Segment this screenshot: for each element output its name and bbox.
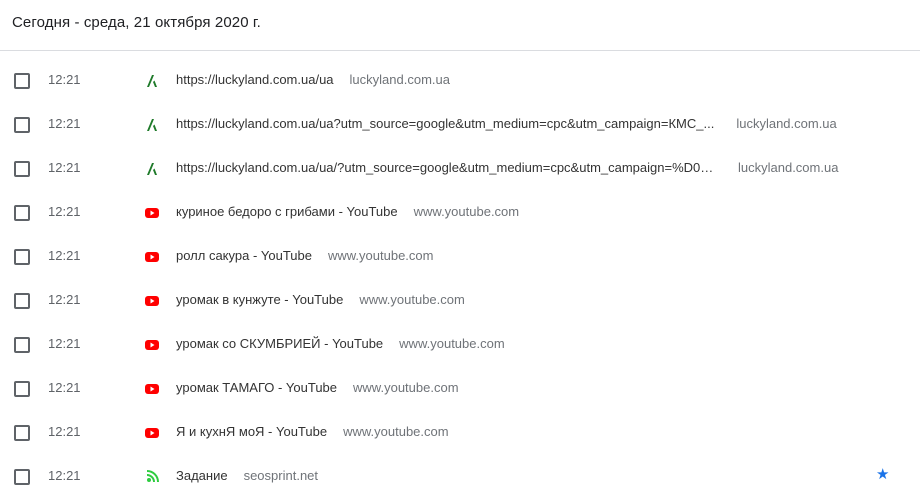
history-entry[interactable]: 12:21 уромак в кунжуте - YouTube www.you… (0, 279, 920, 323)
entry-domain: luckyland.com.ua (736, 116, 837, 131)
entry-link[interactable]: https://luckyland.com.ua/ua luckyland.co… (176, 72, 860, 87)
entry-domain: www.youtube.com (343, 424, 449, 439)
history-day-header: Сегодня - среда, 21 октября 2020 г. (0, 0, 920, 51)
entry-domain: www.youtube.com (359, 292, 465, 307)
history-entry[interactable]: 12:21 куриное бедоро с грибами - YouTube… (0, 191, 920, 235)
entry-link[interactable]: https://luckyland.com.ua/ua/?utm_source=… (176, 160, 860, 175)
select-checkbox[interactable] (14, 381, 30, 397)
entry-link[interactable]: Задание seosprint.net (176, 468, 860, 483)
select-checkbox[interactable] (14, 117, 30, 133)
entry-title[interactable]: Я и кухнЯ моЯ - YouTube (176, 424, 327, 439)
entry-title[interactable]: Задание (176, 468, 228, 483)
entry-title[interactable]: уромак в кунжуте - YouTube (176, 292, 343, 307)
select-checkbox[interactable] (14, 469, 30, 485)
entry-time: 12:21 (48, 292, 81, 307)
luckyland-icon (147, 119, 157, 131)
entry-title[interactable]: https://luckyland.com.ua/ua (176, 72, 334, 87)
entry-domain: seosprint.net (243, 468, 319, 483)
history-entry[interactable]: 12:21 уромак со СКУМБРИЕЙ - YouTube www.… (0, 323, 920, 367)
entry-time: 12:21 (48, 424, 81, 439)
select-checkbox[interactable] (14, 161, 30, 177)
luckyland-icon (147, 163, 157, 175)
history-entry[interactable]: 12:21 https://luckyland.com.ua/ua luckyl… (0, 59, 920, 103)
entry-link[interactable]: Я и кухнЯ моЯ - YouTube www.youtube.com (176, 424, 860, 439)
entry-domain: www.youtube.com (353, 380, 459, 395)
entry-title[interactable]: уромак со СКУМБРИЕЙ - YouTube (176, 336, 383, 351)
entry-time: 12:21 (48, 336, 81, 351)
select-checkbox[interactable] (14, 249, 30, 265)
entry-title[interactable]: уромак ТАМАГО - YouTube (176, 380, 337, 395)
entry-link[interactable]: уромак со СКУМБРИЕЙ - YouTube www.youtub… (176, 336, 860, 351)
youtube-icon (145, 296, 159, 306)
select-checkbox[interactable] (14, 293, 30, 309)
youtube-icon (145, 428, 159, 438)
select-checkbox[interactable] (14, 205, 30, 221)
entry-title[interactable]: куриное бедоро с грибами - YouTube (176, 204, 398, 219)
day-title: Сегодня - среда, 21 октября 2020 г. (12, 14, 261, 31)
bookmark-star-icon[interactable]: ★ (876, 467, 889, 482)
entry-link[interactable]: куриное бедоро с грибами - YouTube www.y… (176, 204, 860, 219)
entry-time: 12:21 (48, 116, 81, 131)
youtube-icon (145, 208, 159, 218)
entry-time: 12:21 (48, 380, 81, 395)
history-entry[interactable]: 12:21 уромак ТАМАГО - YouTube www.youtub… (0, 367, 920, 411)
entry-domain: www.youtube.com (399, 336, 505, 351)
entry-domain: luckyland.com.ua (349, 72, 450, 87)
history-entry[interactable]: 12:21 Я и кухнЯ моЯ - YouTube www.youtub… (0, 411, 920, 455)
entry-time: 12:21 (48, 468, 81, 483)
select-checkbox[interactable] (14, 425, 30, 441)
entry-time: 12:21 (48, 160, 81, 175)
entry-time: 12:21 (48, 248, 81, 263)
entry-link[interactable]: https://luckyland.com.ua/ua?utm_source=g… (176, 116, 860, 131)
entry-title[interactable]: ролл сакура - YouTube (176, 248, 312, 263)
entry-time: 12:21 (48, 204, 81, 219)
youtube-icon (145, 252, 159, 262)
entry-domain: www.youtube.com (327, 248, 434, 263)
entry-title[interactable]: https://luckyland.com.ua/ua?utm_source=g… (176, 116, 714, 131)
luckyland-icon (147, 75, 157, 87)
entry-title[interactable]: https://luckyland.com.ua/ua/?utm_source=… (176, 160, 716, 175)
entry-link[interactable]: ролл сакура - YouTube www.youtube.com (176, 248, 860, 263)
youtube-icon (145, 340, 159, 350)
entry-time: 12:21 (48, 72, 81, 87)
history-entry[interactable]: 12:21 ролл сакура - YouTube www.youtube.… (0, 235, 920, 279)
entry-domain: luckyland.com.ua (738, 160, 839, 175)
entry-domain: www.youtube.com (413, 204, 520, 219)
history-entry[interactable]: 12:21 https://luckyland.com.ua/ua/?utm_s… (0, 147, 920, 191)
entry-link[interactable]: уромак в кунжуте - YouTube www.youtube.c… (176, 292, 860, 307)
select-checkbox[interactable] (14, 73, 30, 89)
history-list: 12:21 https://luckyland.com.ua/ua luckyl… (0, 59, 920, 490)
entry-link[interactable]: уромак ТАМАГО - YouTube www.youtube.com (176, 380, 860, 395)
select-checkbox[interactable] (14, 337, 30, 353)
youtube-icon (145, 384, 159, 394)
seosprint-icon (146, 470, 159, 483)
history-entry[interactable]: 12:21 Задание seosprint.net ★ (0, 455, 920, 490)
history-entry[interactable]: 12:21 https://luckyland.com.ua/ua?utm_so… (0, 103, 920, 147)
